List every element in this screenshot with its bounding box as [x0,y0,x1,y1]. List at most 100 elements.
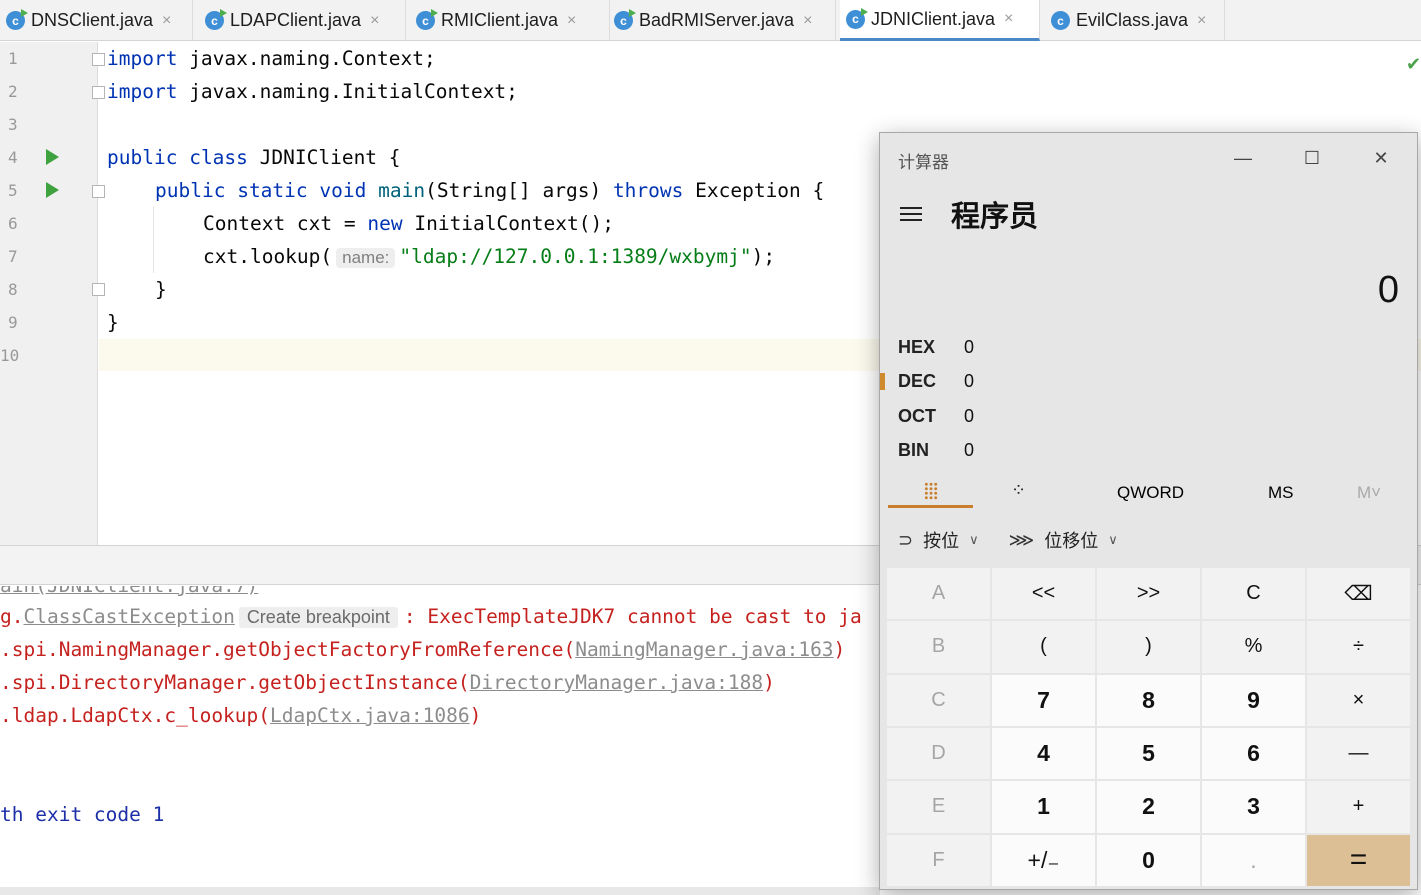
key-hex-c[interactable]: C [887,674,990,726]
window-title: 计算器 [898,153,949,172]
key-percent[interactable]: % [1202,621,1305,673]
key-negate[interactable]: +/₋ [992,834,1095,886]
close-icon[interactable]: × [803,12,812,30]
tab-label: DNSClient.java [31,10,154,30]
key-hex-a[interactable]: A [887,568,990,620]
key-6[interactable]: 6 [1202,727,1305,780]
maximize-icon[interactable]: ☐ [1297,141,1327,175]
line-number: 3 [8,115,18,134]
exit-code-line: th exit code 1 [0,803,165,826]
key-7[interactable]: 7 [992,674,1095,726]
close-icon[interactable]: ✕ [1366,141,1396,175]
tab-label: JDNIClient.java [871,8,996,29]
tab-label: RMIClient.java [441,10,559,30]
chevron-down-icon: ∨ [969,532,979,547]
tab-jdniclient[interactable]: c JDNIClient.java × [840,0,1040,41]
key-backspace[interactable]: ⌫ [1307,568,1410,620]
result-display: 0 [1377,269,1399,311]
radix-oct[interactable]: OCT 0 [898,402,1098,432]
source-link[interactable]: DirectoryManager.java:188 [470,671,764,694]
key-5[interactable]: 5 [1097,727,1200,780]
key-divide[interactable]: ÷ [1307,621,1410,673]
key-add[interactable]: + [1307,781,1410,833]
key-8[interactable]: 8 [1097,674,1200,726]
java-class-icon: c [846,7,868,29]
tab-ldapclient[interactable]: c LDAPClient.java × [199,0,406,41]
full-keypad-tab[interactable] [888,478,973,508]
tab-dnsclient[interactable]: c DNSClient.java × [0,0,193,41]
exception-link[interactable]: ClassCastException [23,605,234,628]
inspection-ok-icon[interactable]: ✔ [1406,54,1421,75]
key-hex-b[interactable]: B [887,621,990,673]
close-icon[interactable]: × [370,12,379,30]
bitshift-dropdown[interactable]: ⋙ 位移位 ∨ [1009,527,1118,553]
hamburger-menu-icon[interactable] [900,207,922,221]
keypad: A << >> C ⌫ B ( ) % ÷ C 7 8 9 × D 4 5 6 … [887,568,1410,886]
key-3[interactable]: 3 [1202,781,1305,833]
java-class-icon: c [416,9,438,30]
line-number: 4 [8,148,18,167]
java-class-icon: c [614,9,636,30]
key-subtract[interactable]: — [1307,727,1410,780]
calculator-window: 计算器 — ☐ ✕ 程序员 0 HEX 0 DEC 0 OCT 0 BIN 0 ⁘ QW… [879,132,1418,890]
java-class-icon: c [6,9,28,30]
fold-icon[interactable] [92,185,105,198]
source-link[interactable]: LdapCtx.java:1086 [270,704,470,727]
key-2[interactable]: 2 [1097,781,1200,833]
indent-guide [153,207,154,273]
key-1[interactable]: 1 [992,781,1095,833]
code-line-5: public static void main(String[] args) t… [155,179,825,202]
key-clear[interactable]: C [1202,568,1305,620]
console-line: g.ClassCastException Create breakpoint: E… [0,605,862,628]
tab-rmiclient[interactable]: c RMIClient.java × [410,0,610,41]
console-line: .spi.DirectoryManager.getObjectInstance(… [0,671,775,694]
key-hex-d[interactable]: D [887,727,990,780]
key-open-paren[interactable]: ( [992,621,1095,673]
close-icon[interactable]: × [567,12,576,30]
tab-badrmiserver[interactable]: c BadRMIServer.java × [608,0,836,41]
code-line-2: import javax.naming.InitialContext; [107,80,518,103]
mode-title: 程序员 [951,201,1039,233]
run-class-icon[interactable] [46,149,59,165]
radix-bin[interactable]: BIN 0 [898,436,1098,466]
bit-toggle-keypad-tab[interactable]: ⁘ [980,478,1055,508]
key-close-paren[interactable]: ) [1097,621,1200,673]
code-line-6: Context cxt = new InitialContext(); [203,212,614,235]
key-multiply[interactable]: × [1307,674,1410,726]
close-icon[interactable]: × [1004,10,1013,28]
key-equals[interactable]: = [1307,834,1410,886]
key-hex-f[interactable]: F [887,834,990,886]
line-number: 6 [8,214,18,233]
keypad-grid-icon [923,482,938,500]
selected-radix-marker [880,373,885,390]
tab-evilclass[interactable]: c EvilClass.java × [1045,0,1225,41]
radix-hex[interactable]: HEX 0 [898,333,1098,363]
fold-icon[interactable] [92,283,105,296]
console-line: .ldap.LdapCtx.c_lookup(LdapCtx.java:1086… [0,704,482,727]
bitwise-dropdown[interactable]: ⊃ 按位 ∨ [898,527,979,553]
close-icon[interactable]: × [162,12,171,30]
logic-gate-icon: ⊃ [898,529,914,550]
line-number: 5 [8,181,18,200]
key-4[interactable]: 4 [992,727,1095,780]
key-left-shift[interactable]: << [992,568,1095,620]
tab-label: LDAPClient.java [230,10,362,30]
memory-view-button[interactable]: M˅ [1357,483,1381,503]
fold-icon[interactable] [92,53,105,66]
key-right-shift[interactable]: >> [1097,568,1200,620]
create-breakpoint-hint[interactable]: Create breakpoint [238,607,398,628]
fold-icon[interactable] [92,86,105,99]
radix-dec[interactable]: DEC 0 [898,367,1098,397]
key-decimal[interactable]: . [1202,834,1305,886]
run-main-icon[interactable] [46,182,59,198]
memory-store-button[interactable]: MS [1268,483,1294,503]
word-size-button[interactable]: QWORD [1117,483,1184,503]
minimize-icon[interactable]: — [1228,141,1258,175]
key-0[interactable]: 0 [1097,834,1200,886]
key-hex-e[interactable]: E [887,781,990,833]
close-icon[interactable]: × [1197,12,1206,30]
source-link[interactable]: NamingManager.java:163 [575,638,833,661]
console-line: ain(JDNIClient.java:7) [0,586,258,597]
tab-label: BadRMIServer.java [639,10,795,30]
key-9[interactable]: 9 [1202,674,1305,726]
